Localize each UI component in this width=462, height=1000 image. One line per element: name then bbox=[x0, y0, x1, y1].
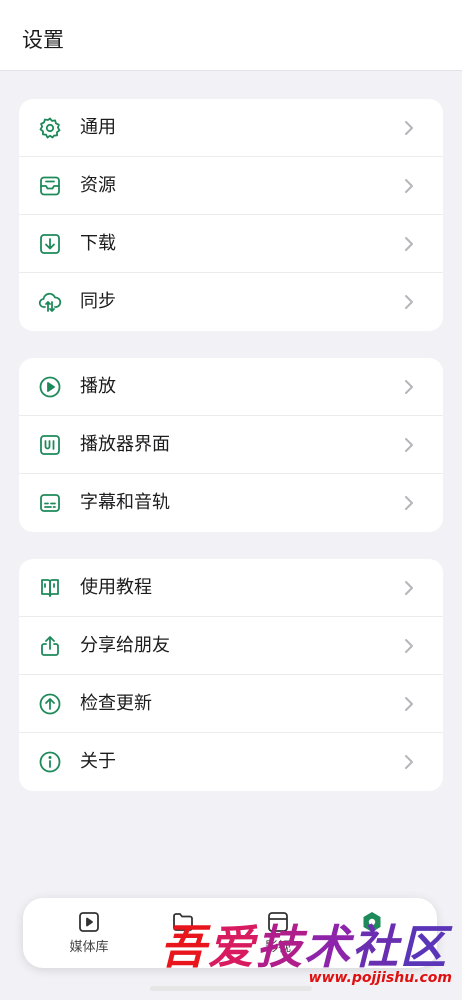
settings-item-label: 分享给朋友 bbox=[80, 635, 170, 656]
top-bar: 设置 bbox=[0, 0, 462, 71]
watermark-char: 社 bbox=[352, 920, 400, 974]
settings-item-download[interactable]: 下载 bbox=[19, 215, 443, 273]
chevron-right-icon bbox=[405, 438, 413, 452]
settings-item-playback[interactable]: 播放 bbox=[19, 358, 443, 416]
play-circle-icon bbox=[39, 376, 61, 398]
settings-item-general[interactable]: 通用 bbox=[19, 99, 443, 157]
chevron-right-icon bbox=[405, 121, 413, 135]
chevron-right-icon bbox=[405, 179, 413, 193]
settings-item-share[interactable]: 分享给朋友 bbox=[19, 617, 443, 675]
gear-icon bbox=[39, 117, 61, 139]
download-icon bbox=[40, 234, 60, 254]
watermark-char: 术 bbox=[304, 920, 352, 974]
chevron-right-icon bbox=[405, 496, 413, 510]
settings-item-label: 关于 bbox=[80, 751, 116, 772]
home-indicator bbox=[150, 986, 312, 991]
settings-item-label: 下载 bbox=[80, 233, 116, 254]
settings-item-about[interactable]: 关于 bbox=[19, 733, 443, 791]
chevron-right-icon bbox=[405, 295, 413, 309]
settings-group-1: 通用 资源 下载 同步 bbox=[19, 99, 443, 331]
settings-item-label: 资源 bbox=[80, 175, 116, 196]
settings-group-2: 播放 播放器界面 字幕和音轨 bbox=[19, 358, 443, 532]
inbox-icon bbox=[40, 176, 60, 196]
settings-item-label: 通用 bbox=[80, 117, 116, 138]
chevron-right-icon bbox=[405, 755, 413, 769]
watermark: 吾爱技术社区 www.pojjishu.com bbox=[156, 912, 456, 994]
settings-item-check-update[interactable]: 检查更新 bbox=[19, 675, 443, 733]
watermark-url: www.pojjishu.com bbox=[308, 970, 452, 986]
subtitles-icon bbox=[40, 494, 60, 512]
settings-item-label: 同步 bbox=[80, 291, 116, 312]
settings-item-player-ui[interactable]: 播放器界面 bbox=[19, 416, 443, 474]
chevron-right-icon bbox=[405, 697, 413, 711]
cloud-sync-icon bbox=[38, 292, 62, 312]
settings-item-label: 播放器界面 bbox=[80, 434, 170, 455]
watermark-char: 技 bbox=[256, 920, 304, 974]
watermark-char: 区 bbox=[400, 920, 448, 974]
chevron-right-icon bbox=[405, 581, 413, 595]
settings-item-label: 播放 bbox=[80, 376, 116, 397]
chevron-right-icon bbox=[405, 380, 413, 394]
watermark-char: 爱 bbox=[208, 920, 256, 974]
info-icon bbox=[39, 751, 61, 773]
media-library-icon bbox=[79, 912, 99, 932]
settings-item-resources[interactable]: 资源 bbox=[19, 157, 443, 215]
chevron-right-icon bbox=[405, 639, 413, 653]
share-icon bbox=[41, 636, 59, 656]
watermark-char: 吾 bbox=[160, 920, 208, 974]
chevron-right-icon bbox=[405, 237, 413, 251]
settings-item-sync[interactable]: 同步 bbox=[19, 273, 443, 331]
ui-box-icon bbox=[40, 435, 60, 455]
settings-item-label: 字幕和音轨 bbox=[80, 492, 170, 513]
book-icon bbox=[41, 579, 59, 597]
settings-group-3: 使用教程 分享给朋友 检查更新 关于 bbox=[19, 559, 443, 791]
page-title: 设置 bbox=[22, 28, 64, 52]
arrow-up-circle-icon bbox=[39, 693, 61, 715]
tab-label: 媒体库 bbox=[69, 940, 109, 955]
settings-item-subtitles[interactable]: 字幕和音轨 bbox=[19, 474, 443, 532]
tab-media-library[interactable]: 媒体库 bbox=[54, 908, 124, 960]
settings-item-label: 检查更新 bbox=[80, 693, 152, 714]
settings-item-label: 使用教程 bbox=[80, 577, 152, 598]
watermark-text: 吾爱技术社区 bbox=[160, 920, 448, 974]
settings-item-tutorial[interactable]: 使用教程 bbox=[19, 559, 443, 617]
